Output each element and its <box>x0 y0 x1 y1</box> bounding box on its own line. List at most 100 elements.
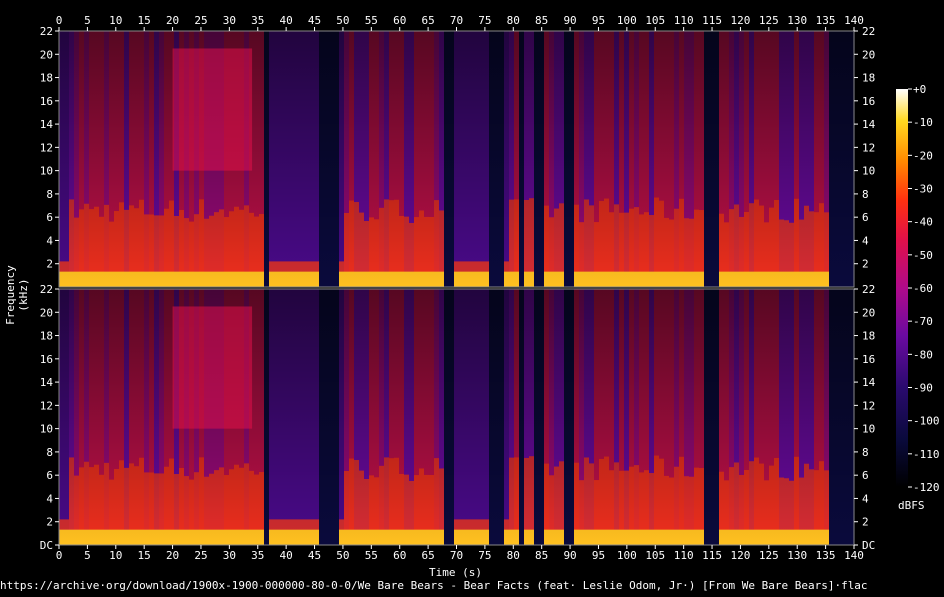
y-tick-label-right: 20 <box>862 306 875 319</box>
y-tick-label-right: 10 <box>862 423 875 436</box>
x-tick-label-bottom: 130 <box>787 549 807 562</box>
x-tick-label-top: 5 <box>84 14 91 27</box>
y-tick-label-right: 6 <box>862 469 869 482</box>
y-tick-label-left: 14 <box>40 118 54 131</box>
x-tick-label-bottom: 60 <box>393 549 406 562</box>
colorbar-unit: dBFS <box>898 499 925 512</box>
y-tick-label-right: 14 <box>862 376 876 389</box>
x-tick-label-top: 0 <box>56 14 63 27</box>
y-tick-label-left: 16 <box>40 95 53 108</box>
x-tick-label-top: 95 <box>592 14 605 27</box>
colorbar-tick-label: +0 <box>913 83 926 96</box>
colorbar-tick-label: -30 <box>913 183 933 196</box>
x-tick-label-bottom: 65 <box>421 549 434 562</box>
y-tick-label-left: 20 <box>40 48 53 61</box>
colorbar-tick-label: -100 <box>913 415 940 428</box>
y-tick-label-left: 22 <box>40 25 53 38</box>
x-tick-label-top: 60 <box>393 14 406 27</box>
y-tick-label-right: 8 <box>862 188 869 201</box>
y-tick-label-left: 10 <box>40 423 53 436</box>
y-tick-label-right: 4 <box>862 492 869 505</box>
y-tick-label-right: 16 <box>862 353 875 366</box>
x-tick-label-top: 80 <box>507 14 520 27</box>
x-tick-label-top: 120 <box>730 14 750 27</box>
colorbar <box>896 89 908 487</box>
y-tick-label-left: 16 <box>40 353 53 366</box>
y-tick-label-left: 22 <box>40 283 53 296</box>
y-tick-label-left: 12 <box>40 141 53 154</box>
x-tick-label-bottom: 135 <box>816 549 836 562</box>
y-tick-label-right: 12 <box>862 399 875 412</box>
colorbar-tick-label: -70 <box>913 315 933 328</box>
x-tick-label-bottom: 50 <box>336 549 349 562</box>
x-tick-label-top: 45 <box>308 14 321 27</box>
x-tick-label-top: 65 <box>421 14 434 27</box>
x-tick-label-bottom: 45 <box>308 549 321 562</box>
x-tick-label-bottom: 85 <box>535 549 548 562</box>
x-tick-label-bottom: 120 <box>730 549 750 562</box>
x-tick-label-bottom: 140 <box>844 549 864 562</box>
y-tick-label-left: DC <box>40 539 53 552</box>
x-tick-label-bottom: 80 <box>507 549 520 562</box>
y-tick-label-right: 16 <box>862 95 875 108</box>
x-tick-label-bottom: 75 <box>478 549 491 562</box>
y-tick-label-left: 2 <box>46 258 53 271</box>
x-tick-label-bottom: 90 <box>563 549 576 562</box>
colorbar-tick-label: -110 <box>913 448 940 461</box>
y-tick-label-left: 12 <box>40 399 53 412</box>
x-tick-label-bottom: 100 <box>617 549 637 562</box>
y-tick-label-right: 12 <box>862 141 875 154</box>
x-tick-label-bottom: 125 <box>759 549 779 562</box>
colorbar-tick-label: -40 <box>913 216 933 229</box>
x-tick-label-bottom: 70 <box>450 549 463 562</box>
x-tick-label-bottom: 5 <box>84 549 91 562</box>
x-tick-label-top: 70 <box>450 14 463 27</box>
x-tick-label-bottom: 10 <box>109 549 122 562</box>
x-tick-label-top: 125 <box>759 14 779 27</box>
y-tick-label-right: 4 <box>862 234 869 247</box>
y-tick-label-right: 18 <box>862 72 875 85</box>
channel-panel-1 <box>58 30 855 288</box>
colorbar-tick-label: -10 <box>913 116 933 129</box>
x-tick-label-top: 130 <box>787 14 807 27</box>
y-tick-label-right: 2 <box>862 258 869 271</box>
y-tick-label-right: 22 <box>862 283 875 296</box>
x-tick-label-bottom: 95 <box>592 549 605 562</box>
y-tick-label-left: 10 <box>40 165 53 178</box>
y-tick-label-right: 14 <box>862 118 876 131</box>
spectrogram-view: 0 0 5 5 10 10 15 15 20 20 25 25 30 30 35 35 40 40 45 45 50 50… <box>0 0 944 593</box>
y-tick-label-left: 8 <box>46 188 53 201</box>
x-tick-label-bottom: 105 <box>645 549 665 562</box>
colorbar-tick-label: -90 <box>913 382 933 395</box>
x-tick-label-bottom: 35 <box>251 549 264 562</box>
x-tick-label-top: 35 <box>251 14 264 27</box>
y-tick-label-left: 6 <box>46 211 53 224</box>
colorbar-tick-label: -20 <box>913 149 933 162</box>
x-tick-label-top: 10 <box>109 14 122 27</box>
colorbar-tick-label: -60 <box>913 282 933 295</box>
y-tick-label-right: 20 <box>862 48 875 61</box>
x-tick-label-top: 25 <box>194 14 207 27</box>
x-tick-label-bottom: 110 <box>674 549 694 562</box>
y-tick-label-left: 6 <box>46 469 53 482</box>
x-tick-label-top: 75 <box>478 14 491 27</box>
x-tick-label-top: 115 <box>702 14 722 27</box>
x-tick-label-bottom: 40 <box>280 549 293 562</box>
y-tick-label-left: 18 <box>40 330 53 343</box>
x-tick-label-top: 40 <box>280 14 293 27</box>
x-tick-label-top: 50 <box>336 14 349 27</box>
source-url: https://archive·org/download/1900x-1900-… <box>0 579 868 592</box>
bright-band <box>172 306 253 429</box>
y-tick-label-left: 4 <box>46 234 53 247</box>
x-tick-label-top: 90 <box>563 14 576 27</box>
x-tick-label-top: 30 <box>223 14 236 27</box>
x-tick-label-top: 105 <box>645 14 665 27</box>
y-tick-label-left: 20 <box>40 306 53 319</box>
y-tick-label-right: 22 <box>862 25 875 38</box>
y-tick-label-left: 2 <box>46 516 53 529</box>
colorbar-tick-label: -50 <box>913 249 933 262</box>
colorbar-tick-label: -120 <box>913 481 940 494</box>
y-tick-label-right: 6 <box>862 211 869 224</box>
x-tick-label-top: 100 <box>617 14 637 27</box>
y-tick-label-left: 8 <box>46 446 53 459</box>
